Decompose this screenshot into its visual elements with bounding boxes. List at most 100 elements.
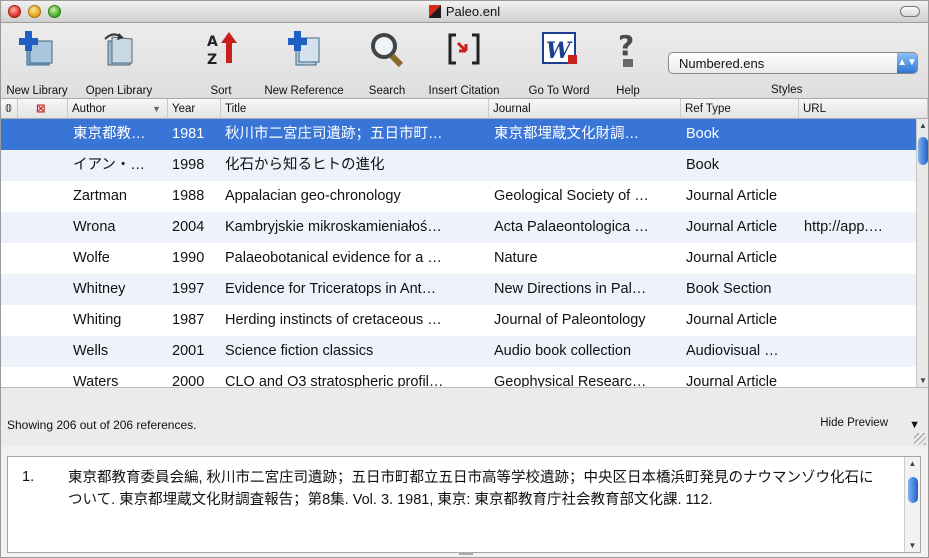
author-cell: Wrona (73, 219, 116, 235)
reftype-cell: Book (686, 126, 720, 142)
pdf-column-header[interactable]: ⊠ (18, 99, 68, 119)
author-cell: Whitney (73, 281, 126, 297)
go-to-word-label: Go To Word (528, 85, 590, 97)
pdf-icon: ⊠ (36, 103, 46, 115)
scroll-down-arrow-icon[interactable]: ▼ (917, 376, 929, 385)
table-row[interactable]: Wells 2001 Science fiction classics Audio b… (1, 336, 916, 367)
title-column-header[interactable]: Title (221, 99, 489, 119)
title-bar[interactable]: Paleo.enl (1, 1, 928, 23)
title-cell: 化石から知るヒトの進化 (225, 157, 385, 173)
preview-number: 1. (22, 469, 35, 485)
word-icon: W (542, 32, 577, 64)
scroll-up-arrow-icon[interactable]: ▲ (917, 121, 929, 130)
search-icon (371, 33, 404, 68)
reftype-header-label: Ref Type (685, 103, 731, 115)
journal-header-label: Journal (493, 103, 531, 115)
journal-cell: Nature (494, 250, 538, 266)
reftype-cell: Book (686, 157, 720, 173)
author-cell: イアン・… (73, 157, 145, 173)
table-scroll-thumb[interactable] (918, 137, 928, 165)
new-reference-button[interactable]: New Reference (254, 23, 354, 99)
insert-citation-label: Insert Citation (428, 85, 500, 97)
year-cell: 2001 (172, 343, 205, 359)
svg-text:?: ? (618, 29, 634, 62)
author-column-header[interactable]: Author ▼ (68, 99, 168, 119)
output-style-select[interactable]: Numbered.ens ▲▼ (668, 52, 918, 74)
reftype-column-header[interactable]: Ref Type (681, 99, 799, 119)
svg-text:A: A (207, 34, 218, 50)
open-library-button[interactable]: Open Library (77, 23, 161, 99)
author-header-label: Author (72, 103, 106, 115)
go-to-word-button[interactable]: W Go To Word (517, 23, 601, 99)
insert-citation-icon (448, 33, 480, 65)
new-library-label: New Library (6, 85, 68, 97)
title-cell: Evidence for Triceratops in Ant… (225, 281, 437, 297)
open-library-icon (104, 33, 133, 66)
author-cell: Whiting (73, 312, 122, 328)
year-cell: 1988 (172, 188, 205, 204)
journal-cell: Journal of Paleontology (494, 312, 646, 328)
attachment-column-header[interactable]: 𝟘 (1, 99, 18, 119)
year-cell: 1987 (172, 312, 205, 328)
preview-scroll-thumb[interactable] (908, 477, 918, 503)
journal-cell: 東京都埋蔵文化財調… (494, 126, 639, 142)
svg-text:Z: Z (207, 52, 217, 68)
document-icon (428, 5, 441, 18)
preview-pane: 1. 東京都教育委員会編, 秋川市二宮庄司遺跡；五日市町都立五日市高等学校遺跡；… (7, 456, 921, 553)
help-label: Help (616, 85, 640, 97)
window-title-wrap: Paleo.enl (1, 4, 928, 19)
journal-cell: Geological Society of … (494, 188, 649, 204)
table-row[interactable]: Zartman 1988 Appalacian geo-chronology Geol… (1, 181, 916, 212)
journal-cell: Acta Palaeontologica … (494, 219, 649, 235)
new-reference-icon (288, 31, 320, 66)
url-column-header[interactable]: URL (799, 99, 928, 119)
output-style-value: Numbered.ens (679, 56, 765, 71)
select-arrows-icon: ▲▼ (897, 53, 917, 73)
sort-label: Sort (210, 85, 232, 97)
preview-scrollbar[interactable]: ▲ ▼ (904, 457, 920, 552)
title-cell: Kambryjskie mikroskamieniałoś… (225, 219, 442, 235)
year-column-header[interactable]: Year (168, 99, 221, 119)
new-library-button[interactable]: New Library (3, 23, 71, 99)
preview-citation-text: 東京都教育委員会編, 秋川市二宮庄司遺跡；五日市町都立五日市高等学校遺跡；中央区… (68, 470, 874, 508)
search-button[interactable]: Search (361, 23, 413, 99)
reference-count-text: Showing 206 out of 206 references. (7, 418, 197, 432)
title-cell: Science fiction classics (225, 343, 374, 359)
insert-citation-button[interactable]: Insert Citation (418, 23, 510, 99)
open-library-label: Open Library (85, 85, 153, 97)
table-row[interactable]: Wolfe 1990 Palaeobotanical evidence for a … (1, 243, 916, 274)
search-label: Search (368, 85, 406, 97)
table-row[interactable]: 東京都教… 1981 秋川市二宮庄司遺跡；五日市町… 東京都埋蔵文化財調… Book (1, 119, 916, 150)
new-reference-label: New Reference (264, 85, 344, 97)
split-drag-handle[interactable] (459, 552, 473, 555)
title-cell: 秋川市二宮庄司遺跡；五日市町… (225, 126, 443, 142)
author-cell: 東京都教… (73, 126, 146, 142)
title-cell: Palaeobotanical evidence for a … (225, 250, 442, 266)
preview-scroll-down-icon[interactable]: ▼ (905, 541, 920, 550)
hide-preview-triangle-icon[interactable]: ▼ (909, 419, 920, 431)
table-row[interactable]: Whitney 1997 Evidence for Triceratops in A… (1, 274, 916, 305)
year-cell: 1997 (172, 281, 205, 297)
toolbar-toggle-button[interactable] (900, 6, 920, 17)
preview-scroll-up-icon[interactable]: ▲ (905, 459, 920, 468)
table-row[interactable]: イアン・… 1998 化石から知るヒトの進化 Book (1, 150, 916, 181)
resize-grip-icon[interactable] (914, 433, 926, 445)
reftype-cell: Journal Article (686, 219, 778, 235)
sort-button[interactable]: A Z Sort (201, 23, 241, 99)
hide-preview-button[interactable]: Hide Preview (820, 417, 888, 429)
year-cell: 1990 (172, 250, 205, 266)
reftype-cell: Audiovisual … (686, 343, 779, 359)
reftype-cell: Journal Article (686, 188, 778, 204)
title-cell: Appalacian geo-chronology (225, 188, 401, 204)
help-icon: ? (618, 29, 634, 67)
table-scrollbar[interactable]: ▲ ▼ (916, 119, 928, 387)
help-button[interactable]: ? Help (608, 23, 648, 99)
url-header-label: URL (803, 103, 827, 115)
table-row[interactable]: Whiting 1987 Herding instincts of cretaceo… (1, 305, 916, 336)
reference-table: 𝟘 ⊠ Author ▼ Year Title Journal Ref Type… (1, 99, 928, 390)
reftype-cell: Journal Article (686, 250, 778, 266)
new-library-icon (19, 31, 53, 66)
journal-column-header[interactable]: Journal (489, 99, 681, 119)
table-row[interactable]: Wrona 2004 Kambryjskie mikroskamieniałoś… A… (1, 212, 916, 243)
author-cell: Zartman (73, 188, 127, 204)
